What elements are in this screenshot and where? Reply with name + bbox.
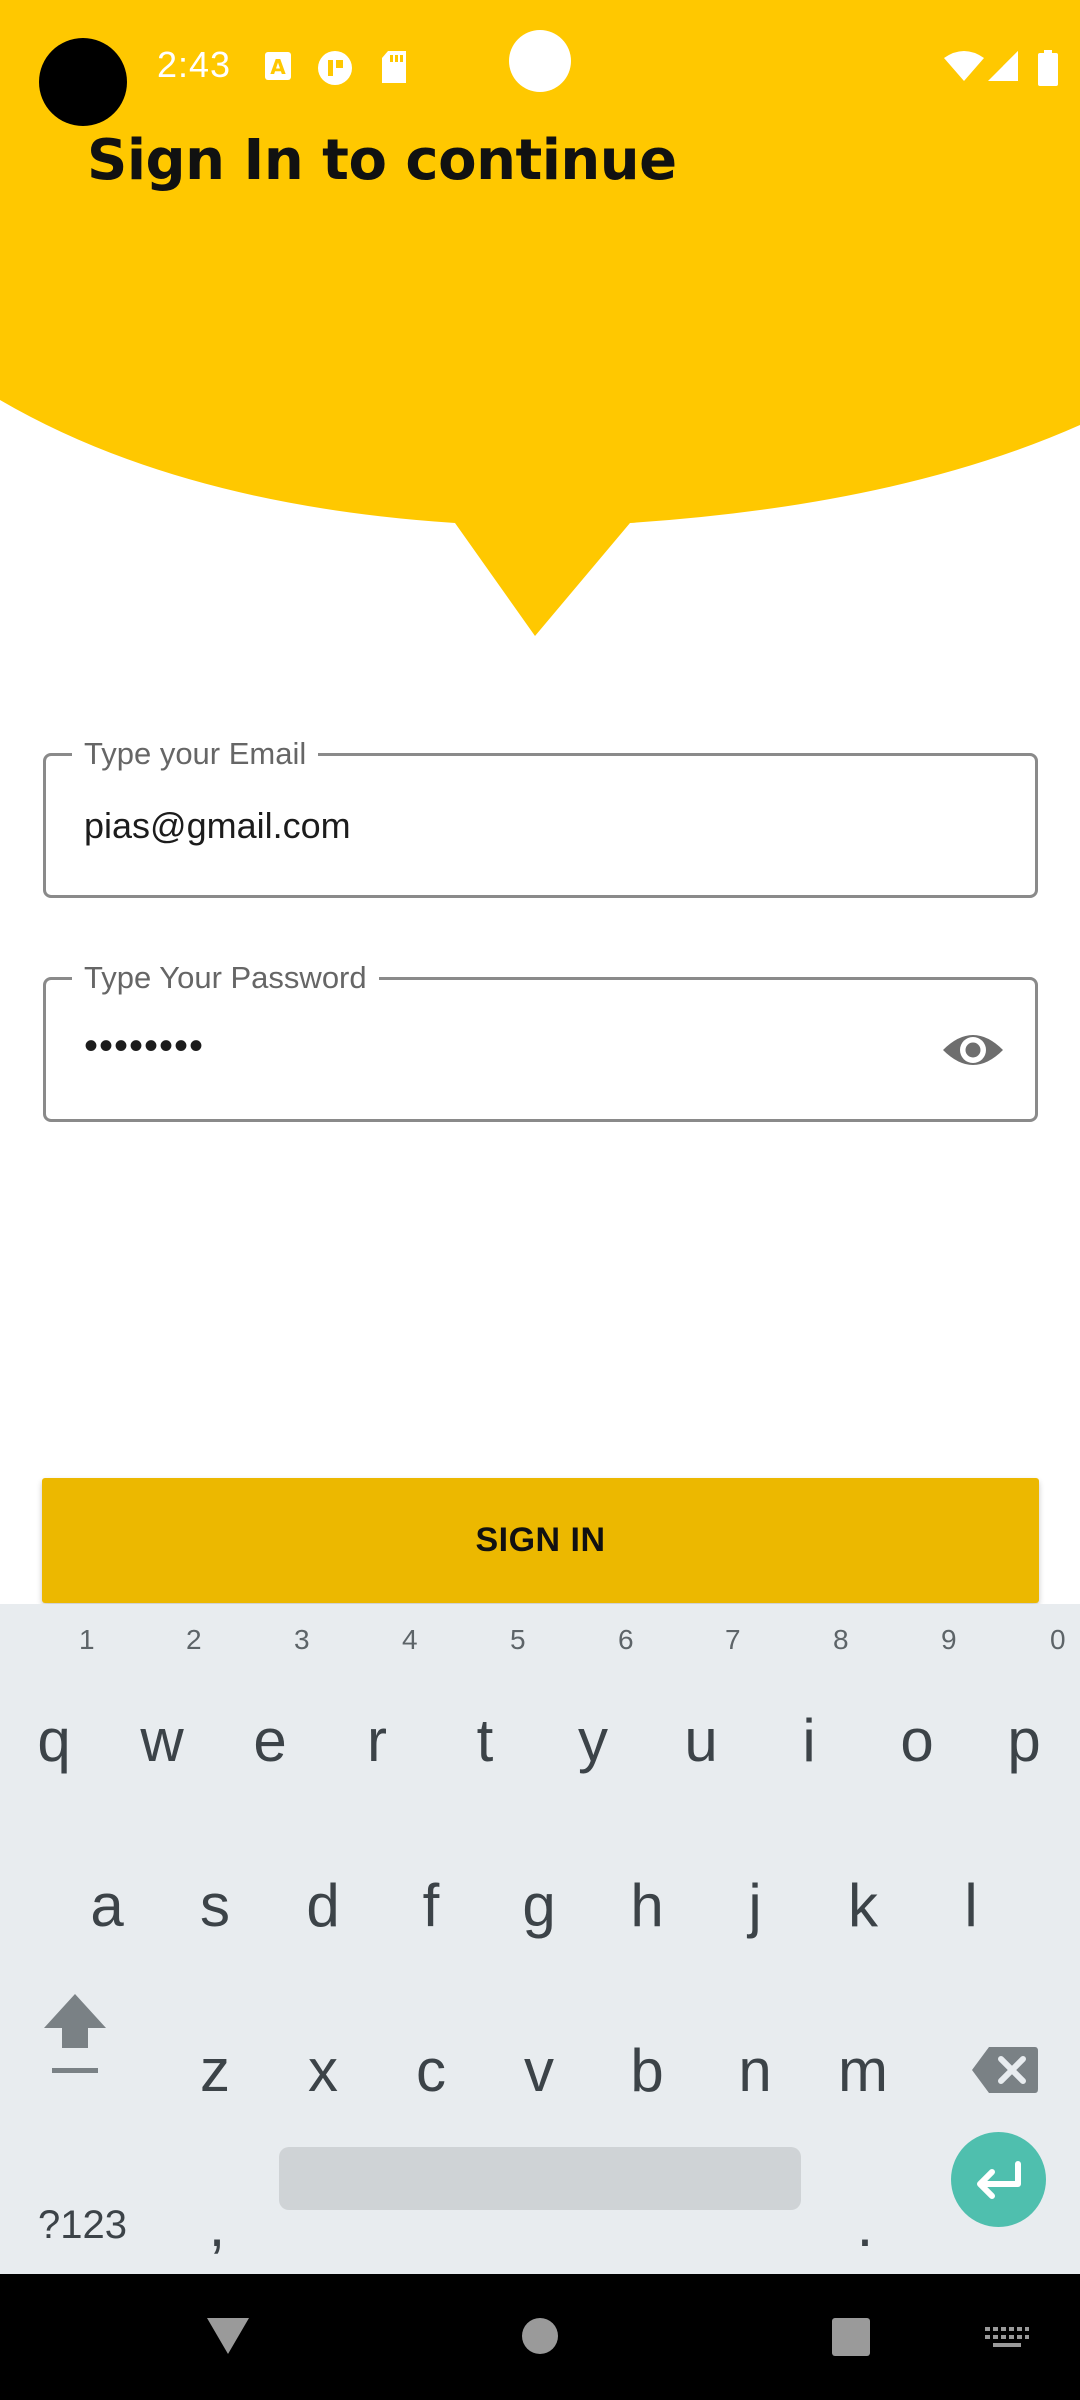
space-bar[interactable] [279, 2147, 801, 2210]
camera-cutout-icon [39, 38, 127, 126]
key-label: z [200, 2036, 230, 2104]
key-hint: 7 [725, 1624, 741, 1655]
period-key[interactable]: . [820, 2170, 910, 2280]
key-h[interactable]: h [602, 1850, 692, 1960]
key-hint: 4 [402, 1624, 418, 1655]
key-label: k [848, 1871, 878, 1939]
comma-key[interactable]: , [172, 2170, 262, 2280]
key-label: u [684, 1706, 718, 1774]
key-label: y [578, 1706, 608, 1774]
key-label: c [416, 2036, 446, 2104]
password-field-label: Type Your Password [72, 958, 379, 998]
key-label: j [748, 1871, 762, 1939]
key-w[interactable]: w [117, 1685, 207, 1795]
key-f[interactable]: f [386, 1850, 476, 1960]
key-label: w [140, 1706, 184, 1774]
status-time: 2:43 [157, 44, 232, 85]
signal-icon [988, 51, 1018, 81]
app-notification-icon [318, 51, 352, 85]
key-j[interactable]: j [710, 1850, 800, 1960]
password-input[interactable]: •••••••• [84, 1024, 944, 1068]
key-label: t [476, 1706, 494, 1774]
symbols-key[interactable]: ?123 [30, 2170, 135, 2280]
email-field-label: Type your Email [72, 734, 319, 774]
key-label: f [422, 1871, 440, 1939]
key-label: g [522, 1871, 556, 1939]
key-hint: 2 [186, 1624, 202, 1655]
key-label: v [524, 2036, 554, 2104]
key-d[interactable]: d [278, 1850, 368, 1960]
key-l[interactable]: l [926, 1850, 1016, 1960]
key-label: m [838, 2036, 888, 2104]
key-hint: 6 [618, 1624, 634, 1655]
key-label: o [900, 1706, 934, 1774]
key-u[interactable]: u [656, 1685, 746, 1795]
battery-icon [1038, 50, 1058, 86]
key-label: r [367, 1706, 387, 1774]
home-icon[interactable] [521, 2317, 559, 2355]
svg-text:A: A [270, 55, 286, 79]
key-hint: 5 [510, 1624, 526, 1655]
key-label: d [306, 1871, 340, 1939]
key-label: i [802, 1706, 816, 1774]
email-field[interactable]: Type your Email pias@gmail.com [43, 734, 1038, 898]
sign-in-button[interactable]: SIGN IN [42, 1478, 1039, 1603]
key-z[interactable]: z [170, 2015, 260, 2125]
key-t[interactable]: t [440, 1685, 530, 1795]
page-title: Sign In to continue [87, 128, 677, 193]
key-q[interactable]: q [9, 1685, 99, 1795]
key-n[interactable]: n [710, 2015, 800, 2125]
key-k[interactable]: k [818, 1850, 908, 1960]
key-label: b [630, 2036, 664, 2104]
key-p[interactable]: p [979, 1685, 1069, 1795]
key-label: x [308, 2036, 338, 2104]
key-hint: 3 [294, 1624, 310, 1655]
key-r[interactable]: r [332, 1685, 422, 1795]
password-field[interactable]: Type Your Password •••••••• [43, 958, 1038, 1122]
key-a[interactable]: a [62, 1850, 152, 1960]
a-notification-icon: A [265, 52, 291, 80]
key-label: l [964, 1871, 978, 1939]
key-c[interactable]: c [386, 2015, 476, 2125]
key-b[interactable]: b [602, 2015, 692, 2125]
key-m[interactable]: m [818, 2015, 908, 2125]
keyboard-switch-icon[interactable] [985, 2327, 1029, 2349]
key-label: e [253, 1706, 287, 1774]
key-label: a [90, 1871, 124, 1939]
key-g[interactable]: g [494, 1850, 584, 1960]
back-icon[interactable] [205, 2316, 251, 2356]
wifi-icon [944, 51, 984, 81]
key-label: n [738, 2036, 772, 2104]
key-v[interactable]: v [494, 2015, 584, 2125]
key-label: h [630, 1871, 664, 1939]
shift-icon[interactable] [42, 1990, 108, 2078]
key-y[interactable]: y [548, 1685, 638, 1795]
key-o[interactable]: o [872, 1685, 962, 1795]
key-hint: 9 [941, 1624, 957, 1655]
key-i[interactable]: i [764, 1685, 854, 1795]
status-bar: 2:43 A [0, 0, 1080, 130]
soft-keyboard: q 1 w 2 e 3 r 4 t 5 y 6 u 7 i 8 o 9 p 0 … [0, 1604, 1080, 2274]
key-label: s [200, 1871, 230, 1939]
email-input[interactable]: pias@gmail.com [84, 804, 944, 848]
key-hint: 0 [1050, 1624, 1066, 1655]
backspace-icon[interactable] [971, 2045, 1039, 2095]
key-x[interactable]: x [278, 2015, 368, 2125]
front-camera-icon [509, 30, 571, 92]
show-password-icon[interactable] [941, 1024, 1005, 1076]
enter-key[interactable] [951, 2132, 1046, 2227]
navigation-bar [0, 2274, 1080, 2400]
sd-card-icon [382, 51, 406, 83]
recents-icon[interactable] [831, 2317, 871, 2357]
enter-icon [976, 2160, 1021, 2199]
key-label: q [37, 1706, 71, 1774]
key-label: p [1007, 1706, 1041, 1774]
key-s[interactable]: s [170, 1850, 260, 1960]
key-hint: 1 [79, 1624, 95, 1655]
key-e[interactable]: e [225, 1685, 315, 1795]
key-hint: 8 [833, 1624, 849, 1655]
